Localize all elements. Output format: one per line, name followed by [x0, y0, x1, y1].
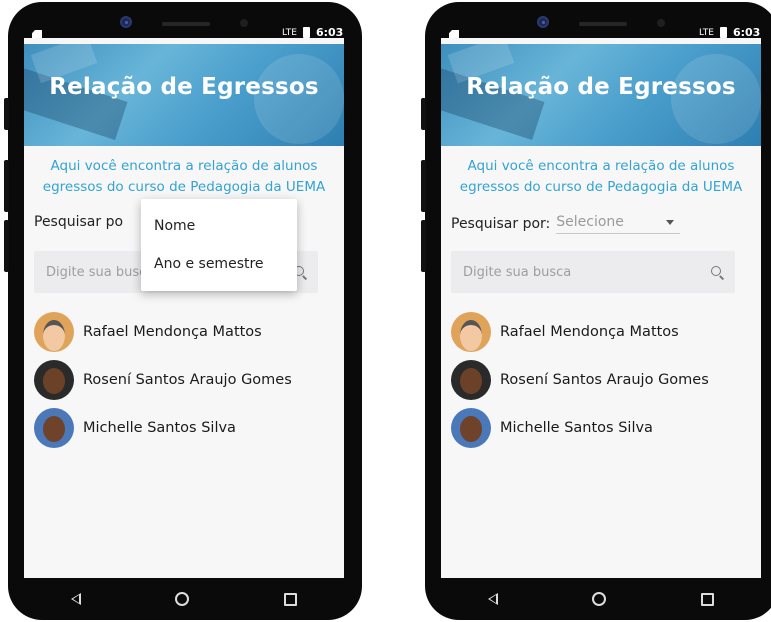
avatar: [34, 360, 74, 400]
list-item[interactable]: Rafael Mendonça Mattos: [451, 308, 709, 356]
phone-right: LTE 6:03 Relação de Egressos Aqui você e…: [421, 2, 771, 620]
battery-icon: [302, 27, 310, 38]
person-name: Rosení Santos Araujo Gomes: [83, 372, 292, 388]
list-item[interactable]: Rosení Santos Araujo Gomes: [34, 356, 292, 404]
dropdown-option-nome[interactable]: Nome: [141, 207, 297, 245]
list-item[interactable]: Michelle Santos Silva: [34, 404, 292, 452]
speaker: [162, 22, 210, 26]
android-nav-bar: [24, 578, 344, 620]
dropdown-caret-icon: [666, 219, 675, 225]
search-filter-row: Pesquisar por: Selecione: [451, 214, 681, 234]
person-name: Rosení Santos Araujo Gomes: [500, 372, 709, 388]
back-icon[interactable]: [71, 593, 82, 605]
list-item[interactable]: Michelle Santos Silva: [451, 404, 709, 452]
avatar: [451, 312, 491, 352]
recents-icon[interactable]: [283, 592, 297, 606]
search-input[interactable]: [463, 264, 683, 280]
side-button: [4, 98, 9, 130]
home-icon[interactable]: [175, 592, 190, 606]
battery-icon: [719, 27, 727, 38]
search-by-label: Pesquisar po: [34, 214, 124, 230]
android-nav-bar: [441, 578, 761, 620]
side-button: [421, 160, 426, 212]
list-item[interactable]: Rafael Mendonça Mattos: [34, 308, 292, 356]
search-icon[interactable]: [711, 266, 723, 278]
search-filter-row: Pesquisar po: [34, 214, 129, 230]
alumni-list: Rafael Mendonça Mattos Rosení Santos Ara…: [451, 308, 709, 452]
avatar: [34, 408, 74, 448]
list-item[interactable]: Rosení Santos Araujo Gomes: [451, 356, 709, 404]
app-screen: Relação de Egressos Aqui você encontra a…: [24, 38, 344, 578]
side-button: [4, 160, 9, 212]
recents-icon[interactable]: [700, 592, 714, 606]
side-button: [421, 220, 426, 272]
signal-icon: LTE: [282, 27, 297, 38]
signal-icon: LTE: [699, 27, 714, 38]
search-box: [451, 251, 735, 293]
sensor: [240, 19, 248, 27]
page-title: Relação de Egressos: [49, 74, 319, 100]
search-by-label: Pesquisar por:: [451, 216, 551, 232]
search-by-select[interactable]: Selecione: [556, 214, 681, 234]
avatar: [451, 360, 491, 400]
alumni-list: Rafael Mendonça Mattos Rosení Santos Ara…: [34, 308, 292, 452]
page-subtitle: Aqui você encontra a relação de alunos e…: [42, 158, 326, 195]
side-button: [421, 98, 426, 130]
phone-left: LTE 6:03 Relação de Egressos Aqui você e…: [4, 2, 362, 620]
page-subtitle: Aqui você encontra a relação de alunos e…: [459, 158, 743, 195]
select-value: Selecione: [556, 214, 624, 230]
sensor: [657, 19, 665, 27]
avatar: [451, 408, 491, 448]
side-button: [4, 220, 9, 272]
front-camera: [120, 16, 132, 28]
back-icon[interactable]: [488, 593, 499, 605]
avatar: [34, 312, 74, 352]
person-name: Michelle Santos Silva: [83, 420, 236, 436]
person-name: Rafael Mendonça Mattos: [83, 324, 262, 340]
search-by-dropdown-menu: Nome Ano e semestre: [141, 199, 297, 291]
app-screen: Relação de Egressos Aqui você encontra a…: [441, 38, 761, 578]
person-name: Michelle Santos Silva: [500, 420, 653, 436]
header-banner: Relação de Egressos: [24, 44, 344, 146]
person-name: Rafael Mendonça Mattos: [500, 324, 679, 340]
home-icon[interactable]: [592, 592, 607, 606]
front-camera: [537, 16, 549, 28]
speaker: [579, 22, 627, 26]
page-title: Relação de Egressos: [466, 74, 736, 100]
dropdown-option-ano-semestre[interactable]: Ano e semestre: [141, 245, 297, 283]
header-banner: Relação de Egressos: [441, 44, 761, 146]
